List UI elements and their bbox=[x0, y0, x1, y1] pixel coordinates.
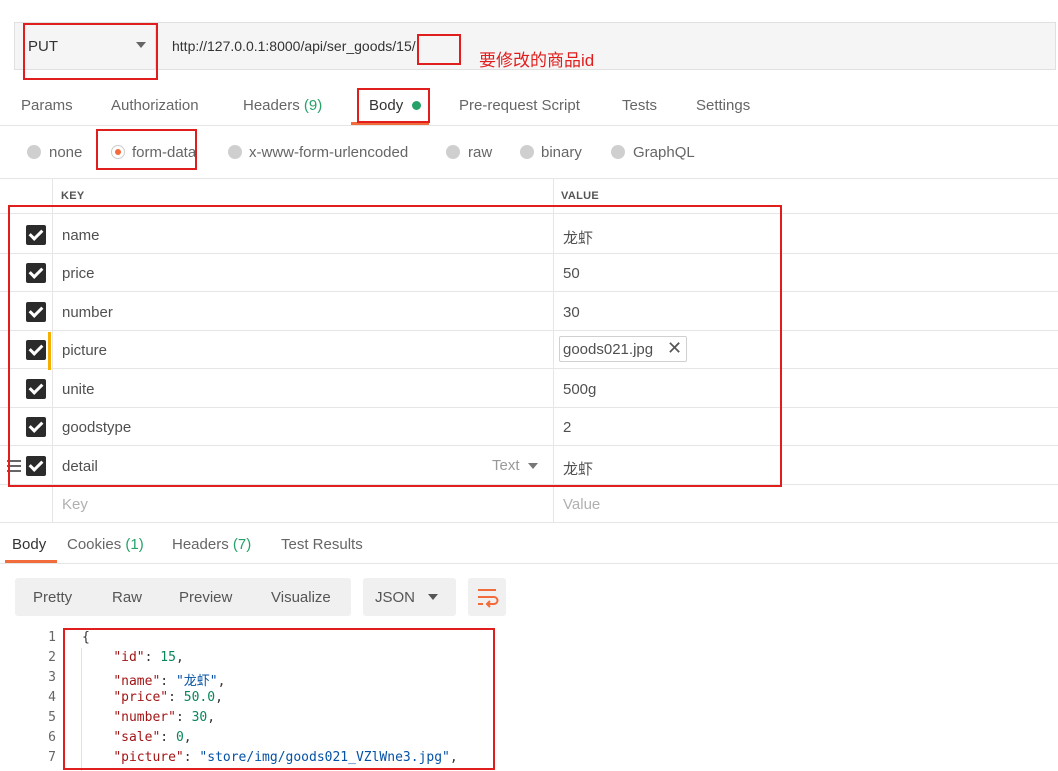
resp-tab-body[interactable]: Body bbox=[12, 536, 46, 553]
format-label: JSON bbox=[375, 589, 416, 606]
radio-none[interactable] bbox=[27, 145, 41, 159]
line-number: 6 bbox=[48, 730, 56, 745]
wrap-icon bbox=[478, 589, 499, 608]
line-number: 4 bbox=[48, 690, 56, 705]
view-preview[interactable]: Preview bbox=[179, 589, 232, 606]
wrap-lines-button[interactable] bbox=[468, 578, 506, 616]
key-column-header: KEY bbox=[61, 190, 85, 202]
key-placeholder[interactable]: Key bbox=[62, 496, 88, 513]
line-number: 5 bbox=[48, 710, 56, 725]
radio-label-urlencoded[interactable]: x-www-form-urlencoded bbox=[249, 144, 408, 161]
annotation-note: 要修改的商品id bbox=[479, 51, 595, 70]
highlight-form-data bbox=[96, 129, 197, 170]
view-pretty[interactable]: Pretty bbox=[33, 589, 72, 606]
radio-label-binary[interactable]: binary bbox=[541, 144, 582, 161]
line-number: 3 bbox=[48, 670, 56, 685]
chevron-down-icon bbox=[428, 594, 438, 600]
value-placeholder[interactable]: Value bbox=[563, 496, 600, 513]
table-row-empty: Key Value bbox=[0, 485, 1058, 523]
tab-headers[interactable]: Headers (9) bbox=[243, 97, 322, 114]
radio-raw[interactable] bbox=[446, 145, 460, 159]
radio-label-none[interactable]: none bbox=[49, 144, 82, 161]
line-number: 2 bbox=[48, 650, 56, 665]
view-raw[interactable]: Raw bbox=[112, 589, 142, 606]
divider bbox=[0, 563, 1058, 564]
tab-pre-request-script[interactable]: Pre-request Script bbox=[459, 97, 580, 114]
resp-tab-cookies[interactable]: Cookies (1) bbox=[67, 536, 144, 553]
url-input[interactable]: http://127.0.0.1:8000/api/ser_goods/15/ bbox=[172, 38, 416, 54]
tab-settings[interactable]: Settings bbox=[696, 97, 750, 114]
resp-tab-headers[interactable]: Headers (7) bbox=[172, 536, 251, 553]
highlight-id bbox=[417, 34, 461, 65]
tab-tests[interactable]: Tests bbox=[622, 97, 657, 114]
resp-tab-test-results[interactable]: Test Results bbox=[281, 536, 363, 553]
radio-label-raw[interactable]: raw bbox=[468, 144, 492, 161]
tab-authorization[interactable]: Authorization bbox=[111, 97, 199, 114]
view-visualize[interactable]: Visualize bbox=[271, 589, 331, 606]
highlight-form-rows bbox=[8, 205, 782, 487]
highlight-body-tab bbox=[357, 88, 430, 123]
value-column-header: VALUE bbox=[561, 190, 599, 202]
line-number: 1 bbox=[48, 630, 56, 645]
line-number: 7 bbox=[48, 750, 56, 765]
highlight-method bbox=[23, 23, 158, 80]
highlight-response bbox=[63, 628, 495, 770]
radio-label-graphql[interactable]: GraphQL bbox=[633, 144, 695, 161]
radio-binary[interactable] bbox=[520, 145, 534, 159]
tab-params[interactable]: Params bbox=[21, 97, 73, 114]
radio-urlencoded[interactable] bbox=[228, 145, 242, 159]
divider bbox=[0, 125, 1058, 126]
radio-graphql[interactable] bbox=[611, 145, 625, 159]
